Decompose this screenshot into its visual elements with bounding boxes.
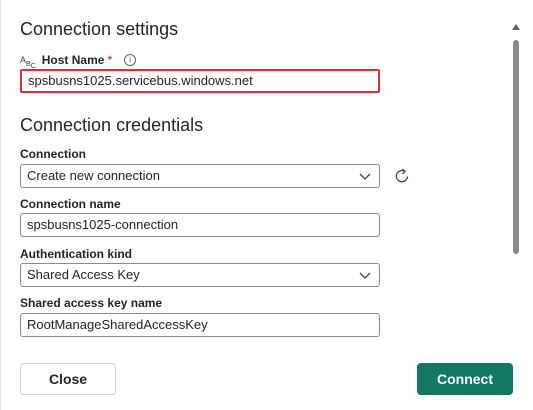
abc-text-icon: ABC [20,55,36,71]
chevron-down-icon [359,272,371,279]
authentication-kind-select[interactable]: Shared Access Key [20,263,380,287]
host-name-input[interactable]: spsbusns1025.servicebus.windows.net [20,69,380,93]
connection-name-label: Connection name [20,197,121,211]
info-icon[interactable]: i [124,54,137,66]
connection-credentials-title: Connection credentials [20,115,204,135]
scrollbar-thumb[interactable] [513,40,519,254]
authentication-kind-value: Shared Access Key [27,267,140,282]
connection-select-value: Create new connection [27,168,160,183]
shared-access-key-name-label: Shared access key name [20,296,163,310]
connect-button[interactable]: Connect [417,363,513,395]
host-name-label: Host Name [41,53,105,67]
authentication-kind-label: Authentication kind [20,247,132,261]
connection-settings-title: Connection settings [20,19,179,39]
scroll-up-arrow-icon[interactable] [512,24,520,30]
host-name-label-row: ABC Host Name * i [20,52,137,71]
shared-access-key-name-input[interactable]: RootManageSharedAccessKey [20,313,380,337]
close-button[interactable]: Close [20,363,116,395]
connection-dialog: Connection settings ABC Host Name * i sp… [0,0,533,410]
required-marker: * [107,53,113,67]
connection-label: Connection [20,147,86,161]
connection-name-input[interactable]: spsbusns1025-connection [20,213,380,237]
refresh-icon[interactable] [392,166,412,186]
settings-scroll-area[interactable]: Connection settings ABC Host Name * i sp… [1,0,506,348]
connection-select[interactable]: Create new connection [20,164,380,188]
chevron-down-icon [359,173,371,180]
